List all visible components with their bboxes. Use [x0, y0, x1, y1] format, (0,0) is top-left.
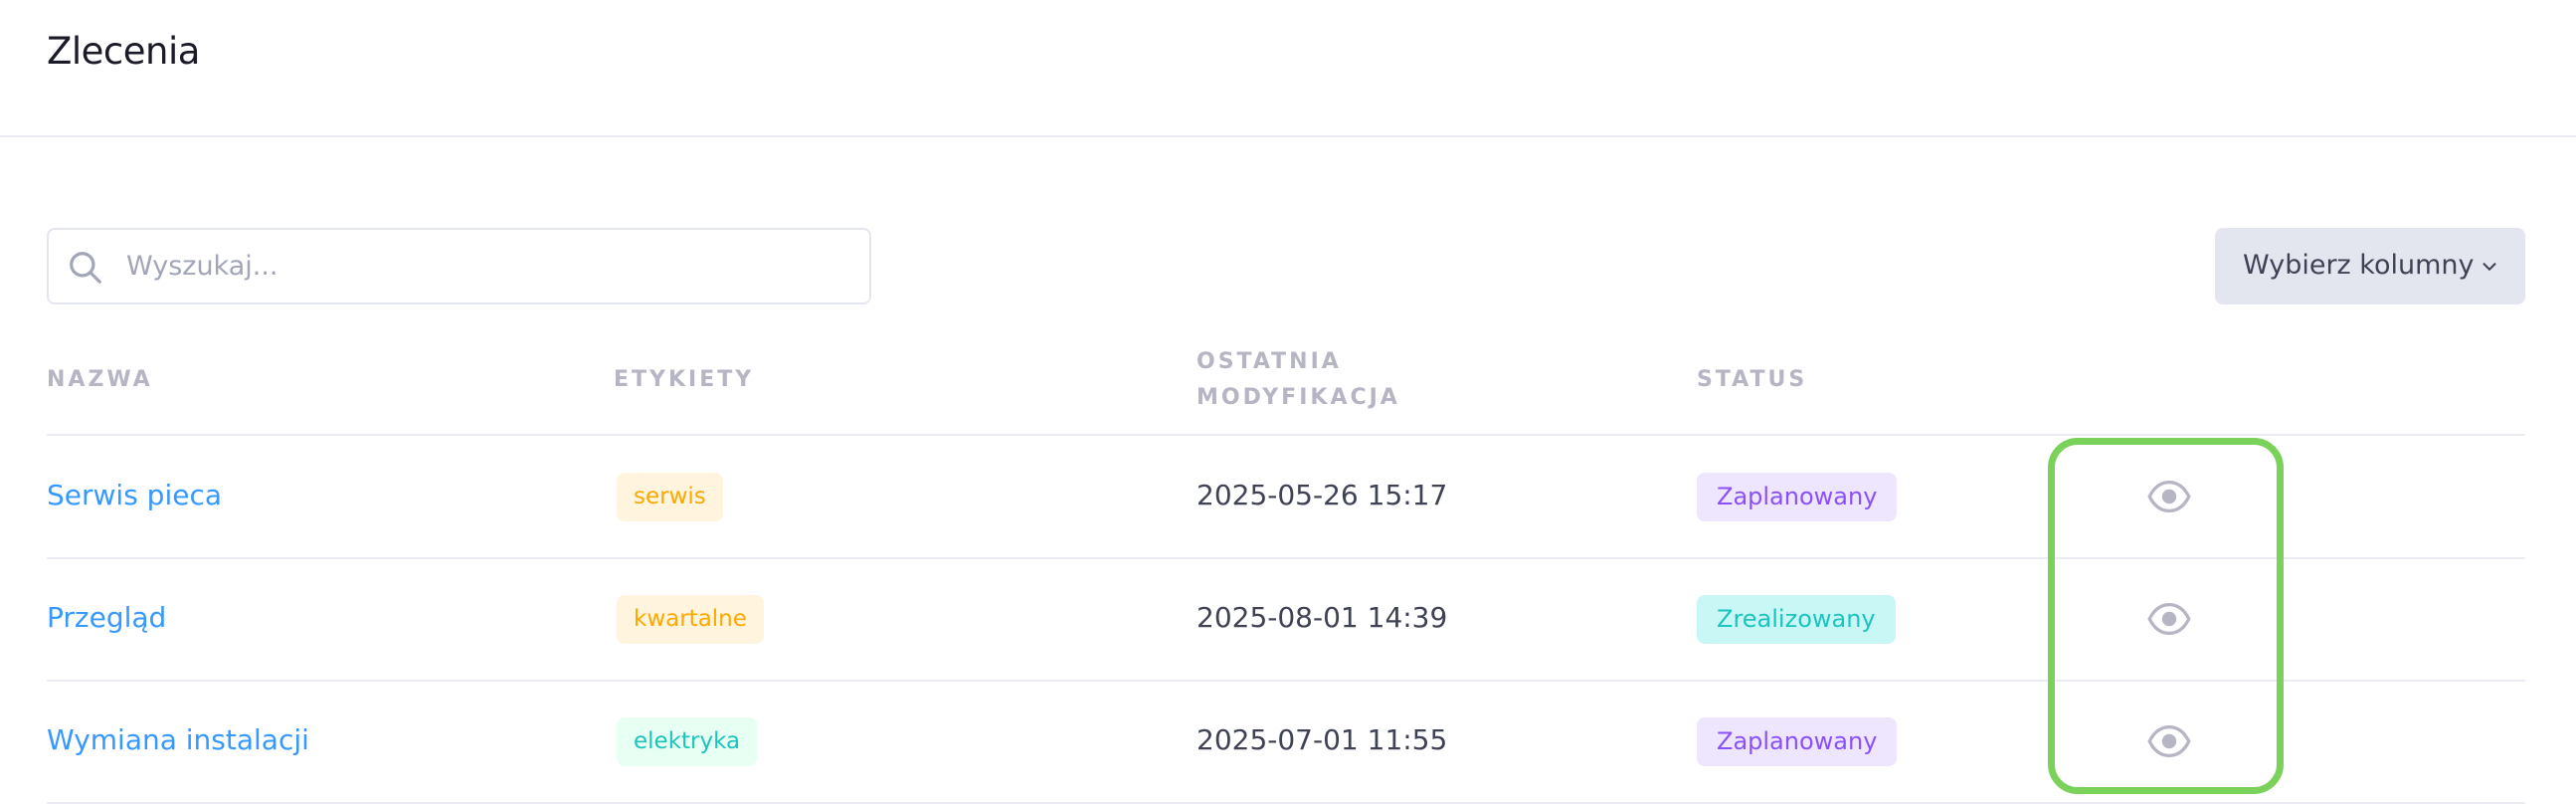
tag-badge: kwartalne: [617, 595, 764, 644]
chevron-down-icon: [2483, 263, 2496, 271]
last-modified-date: 2025-08-01 14:39: [1196, 601, 1448, 634]
last-modified-date: 2025-07-01 11:55: [1196, 723, 1448, 756]
status-badge: Zaplanowany: [1697, 473, 1898, 521]
page-header: Zlecenia: [0, 0, 2576, 137]
search-input[interactable]: [124, 230, 850, 302]
table-row: Serwis pieca serwis 2025-05-26 15:17 Zap…: [0, 436, 2576, 557]
table-row: Przegląd kwartalne 2025-08-01 14:39 Zrea…: [0, 558, 2576, 680]
choose-columns-button[interactable]: Wybierz kolumny: [2215, 228, 2525, 304]
order-name-link[interactable]: Przegląd: [47, 601, 166, 634]
eye-icon[interactable]: [2147, 601, 2191, 637]
column-header-last-modified[interactable]: OSTATNIA MODYFIKACJA: [1196, 344, 1495, 416]
order-name-link[interactable]: Serwis pieca: [47, 479, 222, 511]
eye-icon[interactable]: [2147, 723, 2191, 759]
column-header-last-modified-line2: MODYFIKACJA: [1196, 385, 1400, 410]
column-header-tags[interactable]: ETYKIETY: [614, 362, 754, 398]
search-icon: [70, 252, 101, 284]
column-header-name[interactable]: NAZWA: [47, 362, 153, 398]
page-title: Zlecenia: [47, 30, 200, 73]
table-row: Wymiana instalacji elektryka 2025-07-01 …: [0, 681, 2576, 802]
order-name-link[interactable]: Wymiana instalacji: [47, 723, 309, 756]
status-badge: Zrealizowany: [1697, 595, 1896, 644]
column-header-status[interactable]: STATUS: [1697, 362, 1807, 398]
status-badge: Zaplanowany: [1697, 717, 1898, 766]
tag-badge: elektryka: [617, 717, 758, 766]
eye-icon[interactable]: [2147, 479, 2191, 514]
search-box[interactable]: [47, 228, 871, 304]
column-header-last-modified-line1: OSTATNIA: [1196, 349, 1342, 374]
choose-columns-label: Wybierz kolumny: [2243, 250, 2475, 281]
tag-badge: serwis: [617, 473, 723, 521]
last-modified-date: 2025-05-26 15:17: [1196, 479, 1448, 511]
